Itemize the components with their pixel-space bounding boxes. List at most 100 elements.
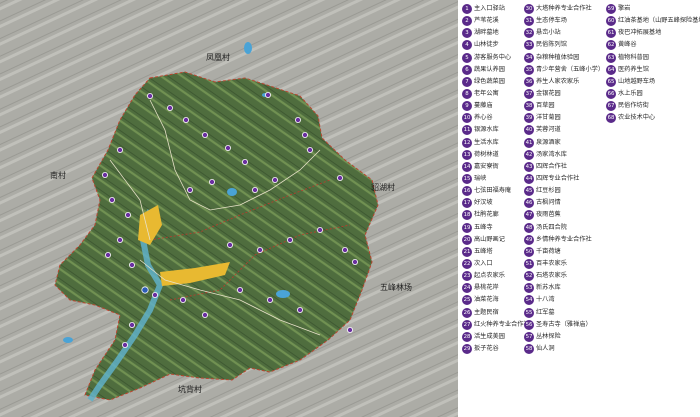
poi-marker[interactable] bbox=[201, 311, 208, 318]
legend-number-badge: 18 bbox=[462, 210, 472, 221]
poi-marker[interactable] bbox=[166, 105, 173, 112]
poi-marker[interactable] bbox=[264, 92, 271, 99]
legend-label: 起点农家乐 bbox=[474, 272, 505, 280]
poi-marker[interactable] bbox=[105, 251, 112, 258]
legend-number-badge: 66 bbox=[606, 88, 616, 99]
poi-marker[interactable] bbox=[336, 174, 343, 181]
poi-marker[interactable] bbox=[117, 146, 124, 153]
legend-label: 生态停车场 bbox=[536, 17, 567, 25]
legend-label: 蔬果认养园 bbox=[474, 65, 505, 73]
legend-number-badge: 40 bbox=[524, 125, 534, 136]
legend-item: 5 游客服务中心 bbox=[462, 52, 530, 64]
legend-label: 蔓藤庙 bbox=[474, 102, 493, 110]
poi-marker[interactable] bbox=[301, 131, 308, 138]
legend-item: 52 石塔农家乐 bbox=[524, 270, 604, 282]
legend-label: 绿色蔬菜园 bbox=[474, 77, 505, 85]
legend-item: 30 大塔种养专业合作社 bbox=[524, 3, 604, 15]
legend-item: 39 洋甘菊园 bbox=[524, 112, 604, 124]
legend-item: 9 蔓藤庙 bbox=[462, 100, 530, 112]
poi-marker[interactable] bbox=[182, 117, 189, 124]
poi-marker[interactable] bbox=[128, 261, 135, 268]
legend-number-badge: 48 bbox=[524, 222, 534, 233]
legend-item: 13 荷树林道 bbox=[462, 149, 530, 161]
legend-label: 悬峦小站 bbox=[536, 29, 561, 37]
legend-number-badge: 8 bbox=[462, 88, 472, 99]
poi-marker[interactable] bbox=[128, 321, 135, 328]
legend-item: 23 起点农家乐 bbox=[462, 270, 530, 282]
poi-marker[interactable] bbox=[125, 211, 132, 218]
poi-marker[interactable] bbox=[346, 326, 353, 333]
legend-column-1: 1 主入口驿站 2 芦苇花溪 3 湖畔墓地 4 山林徒步 5 游客服务中心 6 蔬果认养园 7 绿色蔬菜园… bbox=[462, 3, 530, 355]
legend-item: 59 擎岩 bbox=[606, 3, 700, 15]
legend-number-badge: 42 bbox=[524, 149, 534, 160]
poi-marker[interactable] bbox=[241, 158, 248, 165]
legend-label: 红豆杉园 bbox=[536, 187, 561, 195]
poi-marker[interactable] bbox=[208, 178, 215, 185]
poi-marker[interactable] bbox=[179, 296, 186, 303]
poi-marker[interactable] bbox=[266, 296, 273, 303]
legend-label: 夜雨芭蕉 bbox=[536, 211, 561, 219]
legend-item: 46 古枫问情 bbox=[524, 197, 604, 209]
legend-item: 26 主题民宿 bbox=[462, 307, 530, 319]
poi-marker[interactable] bbox=[251, 186, 258, 193]
poi-marker[interactable] bbox=[256, 246, 263, 253]
legend-number-badge: 7 bbox=[462, 76, 472, 87]
poi-marker[interactable] bbox=[286, 236, 293, 243]
legend-label: 五峰塔 bbox=[474, 247, 493, 255]
legend-item: 38 百草园 bbox=[524, 100, 604, 112]
legend-item: 24 悬桃花岸 bbox=[462, 282, 530, 294]
legend-column-3: 59擎岩60红油茶基地（山野五峰探险基地）61夜巴冲拓展基地62黄峰谷63植物科… bbox=[606, 3, 700, 124]
legend-number-badge: 47 bbox=[524, 210, 534, 221]
poi-marker[interactable] bbox=[151, 291, 158, 298]
legend-label: 黄峰谷 bbox=[618, 41, 637, 49]
legend-item: 50 千亩荷塘 bbox=[524, 246, 604, 258]
legend-number-badge: 2 bbox=[462, 16, 472, 27]
legend-item: 45 红豆杉园 bbox=[524, 185, 604, 197]
legend-number-badge: 15 bbox=[462, 173, 472, 184]
poi-marker[interactable] bbox=[294, 117, 301, 124]
legend-label: 红军墓 bbox=[536, 308, 555, 316]
poi-marker[interactable] bbox=[201, 131, 208, 138]
poi-marker[interactable] bbox=[341, 246, 348, 253]
legend-label: 山林徒步 bbox=[474, 41, 499, 49]
poi-marker[interactable] bbox=[316, 226, 323, 233]
legend-number-badge: 37 bbox=[524, 88, 534, 99]
legend-item: 55 红军墓 bbox=[524, 307, 604, 319]
poi-marker[interactable] bbox=[224, 144, 231, 151]
legend-item: 47 夜雨芭蕉 bbox=[524, 209, 604, 221]
legend-number-badge: 65 bbox=[606, 76, 616, 87]
legend-number-badge: 21 bbox=[462, 246, 472, 257]
legend-number-badge: 19 bbox=[462, 222, 472, 233]
legend-item: 36 养生人家农家乐 bbox=[524, 76, 604, 88]
legend-item: 2 芦苇花溪 bbox=[462, 15, 530, 27]
legend-number-badge: 51 bbox=[524, 258, 534, 269]
poi-marker[interactable] bbox=[146, 93, 153, 100]
legend-number-badge: 28 bbox=[462, 331, 472, 342]
poi-marker[interactable] bbox=[186, 186, 193, 193]
poi-marker[interactable] bbox=[226, 241, 233, 248]
poi-marker[interactable] bbox=[117, 236, 124, 243]
legend-label: 新苏水库 bbox=[536, 284, 561, 292]
poi-marker[interactable] bbox=[122, 341, 129, 348]
legend-item: 31 生态停车场 bbox=[524, 15, 604, 27]
legend-item: 40 芙蓉河道 bbox=[524, 124, 604, 136]
legend-item: 28 活生成美园 bbox=[462, 331, 530, 343]
poi-marker[interactable] bbox=[102, 171, 109, 178]
poi-marker[interactable] bbox=[141, 286, 149, 294]
legend-item: 18 杜鹃花廊 bbox=[462, 209, 530, 221]
legend-label: 千亩荷塘 bbox=[536, 247, 561, 255]
poi-marker[interactable] bbox=[271, 176, 278, 183]
legend-number-badge: 52 bbox=[524, 271, 534, 282]
legend-number-badge: 30 bbox=[524, 4, 534, 14]
village-label-nan: 南村 bbox=[50, 170, 66, 180]
legend-number-badge: 22 bbox=[462, 258, 472, 269]
legend-label: 老年公寓 bbox=[474, 89, 499, 97]
legend-item: 3 湖畔墓地 bbox=[462, 27, 530, 39]
poi-marker[interactable] bbox=[306, 146, 313, 153]
poi-marker[interactable] bbox=[236, 286, 243, 293]
poi-marker[interactable] bbox=[296, 306, 303, 313]
poi-marker[interactable] bbox=[351, 258, 358, 265]
legend-item: 14 嘉安寮衙 bbox=[462, 161, 530, 173]
poi-marker[interactable] bbox=[109, 196, 116, 203]
legend-label: 瑞峡 bbox=[474, 174, 487, 182]
